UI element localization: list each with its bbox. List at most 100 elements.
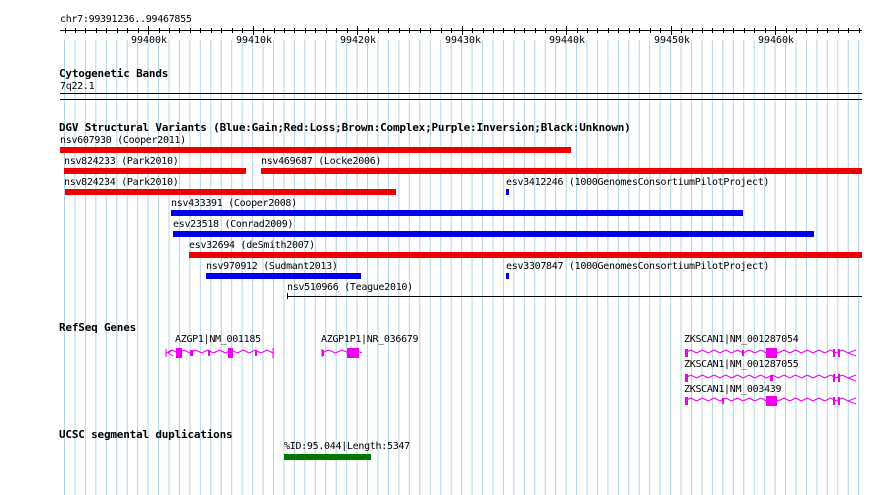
variant-label: nsv510966 (Teague2010) [287,282,413,293]
ruler-tick [211,28,212,33]
variant-label: esv23518 (Conrad2009) [173,219,294,230]
ruler-tick [326,28,327,33]
ruler-tick [723,28,724,33]
ruler-tick [733,28,734,33]
gene-label: ZKSCAN1|NM_001287054 [684,334,799,345]
ruler-tick-label: 99440k [548,35,586,46]
variant-feature[interactable] [506,189,509,195]
cytoband-top-line [60,93,862,94]
variant-feature[interactable] [206,273,361,279]
ruler-tick [597,28,598,33]
variant-feature[interactable] [261,168,862,174]
variant-feature[interactable] [189,252,862,258]
ruler-tick [524,28,525,33]
ruler-tick [817,28,818,33]
ruler-tick [65,28,66,33]
ruler-tick [148,26,149,35]
ruler-tick [566,26,567,35]
variant-feature-endcap [287,293,288,299]
variant-feature[interactable] [65,189,396,195]
ruler-tick [848,28,849,33]
ruler-tick [702,28,703,33]
ruler-tick-label: 99460k [757,35,795,46]
ruler-tick [618,28,619,33]
gene-label: AZGP1P1|NR_036679 [321,334,419,345]
ruler-tick [493,28,494,33]
ruler-tick [284,28,285,33]
ruler-tick [315,28,316,33]
ruler-tick [472,28,473,33]
variant-feature[interactable] [60,147,571,153]
ruler-tick [754,28,755,33]
ruler-tick [838,28,839,33]
genome-browser-view: chr7:99391236..99467855 99400k 99410k 99… [0,0,890,495]
ruler-tick [409,28,410,33]
ruler-tick [274,28,275,33]
ruler-tick [744,28,745,33]
ruler-tick [775,26,776,35]
ruler-tick [169,28,170,33]
ruler-tick [221,28,222,33]
ruler-tick [305,28,306,33]
variant-label: esv3307847 (1000GenomesConsortiumPilotPr… [506,261,770,272]
ruler-tick [681,28,682,33]
ruler-tick [347,28,348,33]
variant-feature[interactable] [173,231,814,237]
variant-label: nsv970912 (Sudmant2013) [206,261,338,272]
ruler-tick-label: 99450k [653,35,691,46]
ruler-tick [796,28,797,33]
ruler-tick [85,28,86,33]
cytoband-label: 7q22.1 [60,81,95,92]
ruler-tick [336,28,337,33]
ruler-tick [629,28,630,33]
ruler-tick [378,28,379,33]
gene-label: ZKSCAN1|NM_001287055 [684,359,799,370]
ruler-tick [483,28,484,33]
ruler-tick [587,28,588,33]
segdup-feature[interactable] [284,454,371,460]
ruler-tick [765,28,766,33]
cytoband-bottom-line [60,99,862,100]
variant-label: nsv433391 (Cooper2008) [171,198,297,209]
ruler-tick [263,28,264,33]
ruler-tick [117,28,118,33]
dgv-track-title[interactable]: DGV Structural Variants (Blue:Gain;Red:L… [59,121,631,134]
ruler-tick [399,28,400,33]
ruler-tick [535,28,536,33]
ruler-tick [545,28,546,33]
refseq-track-title[interactable]: RefSeq Genes [59,321,136,334]
variant-label: esv3412246 (1000GenomesConsortiumPilotPr… [506,177,770,188]
ruler-tick [712,28,713,33]
variant-feature[interactable] [171,210,743,216]
segdup-track-title[interactable]: UCSC segmental duplications [59,428,233,441]
ruler-tick [106,28,107,33]
ruler-tick [692,28,693,33]
ruler-tick [608,28,609,33]
ruler-tick [200,28,201,33]
ruler-tick [127,28,128,33]
ruler-tick [786,28,787,33]
ruler-tick [639,28,640,33]
variant-feature[interactable] [506,273,509,279]
cytoband-track-title[interactable]: Cytogenetic Bands [59,67,168,80]
ruler-tick [159,28,160,33]
ruler-tick [357,26,358,35]
variant-label: nsv824234 (Park2010) [64,177,179,188]
ruler-tick-label: 99430k [444,35,482,46]
ruler-tick [650,28,651,33]
variant-label: nsv469687 (Locke2006) [261,156,382,167]
ruler-tick [430,28,431,33]
ruler-tick [660,28,661,33]
ruler-tick [514,28,515,33]
variant-feature[interactable] [287,296,862,297]
ruler-tick [179,28,180,33]
ruler-tick [96,28,97,33]
ruler-tick-label: 99410k [235,35,273,46]
ruler-tick [827,28,828,33]
position-label: chr7:99391236..99467855 [60,14,192,25]
variant-feature[interactable] [64,168,246,174]
ruler-tick [420,28,421,33]
ruler-tick [242,28,243,33]
ruler-tick [462,26,463,35]
ruler-tick [75,28,76,33]
